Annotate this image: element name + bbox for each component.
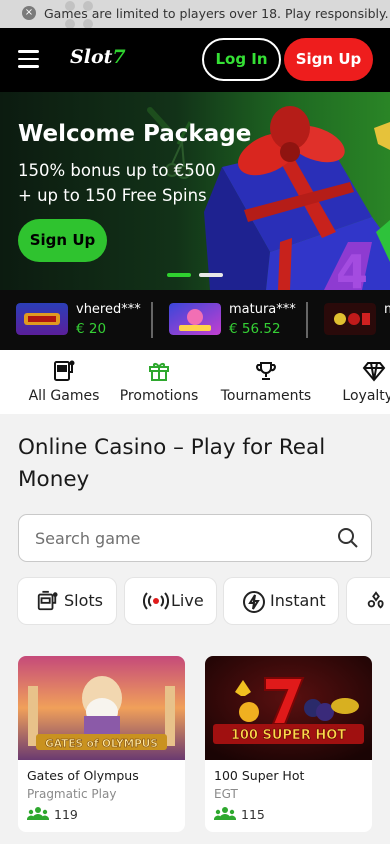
trophy-icon: [256, 362, 276, 380]
player-count: 115: [241, 807, 265, 822]
nav-item-label: Tournaments: [220, 388, 312, 404]
game-name: Gates of Olympus: [27, 768, 139, 783]
filter-chip-slots[interactable]: Slots: [18, 578, 116, 624]
winner-game-thumbnail: [16, 303, 68, 335]
slot-machine-icon: [54, 360, 75, 381]
promo-banner[interactable]: 4 Welcome Package 150% bonus up to €500 …: [0, 92, 390, 290]
menu-icon[interactable]: [18, 50, 39, 68]
game-provider: EGT: [214, 787, 238, 801]
main-category-nav: All Games Promotions Tournaments Loyalty…: [0, 350, 390, 414]
winner-name: vhered***: [76, 302, 141, 317]
age-notice-bar: × Games are limited to players over 18. …: [0, 0, 390, 28]
winner-name: m: [384, 302, 390, 317]
game-card[interactable]: 100 SUPER HOT 100 Super Hot EGT 115: [205, 656, 372, 832]
diamond-icon: [362, 362, 386, 382]
game-art-title: GATES of OLYMPUS: [45, 738, 158, 750]
game-thumbnail: GATES of OLYMPUS: [18, 656, 185, 760]
filter-chip-label: Slots: [64, 591, 103, 610]
slot-machine-icon: [37, 590, 58, 611]
login-button[interactable]: Log In: [202, 38, 281, 81]
banner-signup-button[interactable]: Sign Up: [18, 219, 107, 262]
svg-text:4: 4: [336, 245, 368, 290]
search-input[interactable]: [35, 526, 335, 550]
carousel-dot-active[interactable]: [167, 273, 191, 277]
recent-winners-strip: vhered*** € 20 matura*** € 56.52 m: [0, 290, 390, 350]
winner-game-thumbnail: [324, 303, 376, 335]
game-name: 100 Super Hot: [214, 768, 305, 783]
lightning-icon: [243, 591, 265, 613]
page-title: Online Casino – Play for Real Money: [18, 435, 326, 492]
winner-amount: € 20: [76, 321, 107, 337]
player-count: 119: [54, 807, 78, 822]
filter-chip-cards[interactable]: [347, 578, 390, 624]
players-icon: [214, 807, 236, 820]
close-icon[interactable]: ×: [22, 6, 36, 20]
game-card[interactable]: GATES of OLYMPUS Gates of Olympus Pragma…: [18, 656, 185, 832]
carousel-dot[interactable]: [199, 273, 223, 277]
nav-item-label: All Games: [28, 388, 100, 404]
game-thumbnail: 100 SUPER HOT: [205, 656, 372, 760]
search-box[interactable]: [18, 514, 372, 562]
nav-item-tournaments[interactable]: Tournaments: [220, 359, 312, 404]
banner-bonus-line: 150% bonus up to €500: [18, 161, 216, 180]
filter-chip-live[interactable]: Live: [125, 578, 216, 624]
age-notice-text: Games are limited to players over 18. Pl…: [44, 6, 389, 21]
search-icon[interactable]: [337, 527, 359, 549]
live-icon: [143, 592, 169, 610]
winner-amount: € 56.52: [229, 321, 281, 337]
winner-name: matura***: [229, 302, 296, 317]
gift-icon: [149, 363, 169, 381]
top-header: Slot7 Log In Sign Up: [0, 28, 390, 92]
nav-item-label: Loyalty F: [342, 388, 390, 404]
game-art-title: 100 SUPER HOT: [231, 728, 346, 743]
players-icon: [27, 807, 49, 820]
nav-item-loyalty[interactable]: Loyalty F: [334, 359, 390, 404]
filter-chip-label: Instant: [270, 591, 326, 610]
winner-game-thumbnail: [169, 303, 221, 335]
nav-item-promotions[interactable]: Promotions: [119, 359, 199, 404]
banner-title: Welcome Package: [18, 121, 252, 147]
filter-chip-instant[interactable]: Instant: [224, 578, 338, 624]
nav-item-all-games[interactable]: All Games: [28, 359, 100, 404]
banner-spins-line: + up to 150 Free Spins: [18, 186, 207, 205]
filter-chip-label: Live: [171, 591, 204, 610]
divider: [151, 302, 153, 338]
cards-icon: [367, 591, 384, 609]
nav-item-label: Promotions: [119, 388, 199, 404]
divider: [306, 302, 308, 338]
logo[interactable]: Slot7: [70, 46, 126, 68]
signup-button[interactable]: Sign Up: [284, 38, 373, 81]
game-provider: Pragmatic Play: [27, 787, 117, 801]
